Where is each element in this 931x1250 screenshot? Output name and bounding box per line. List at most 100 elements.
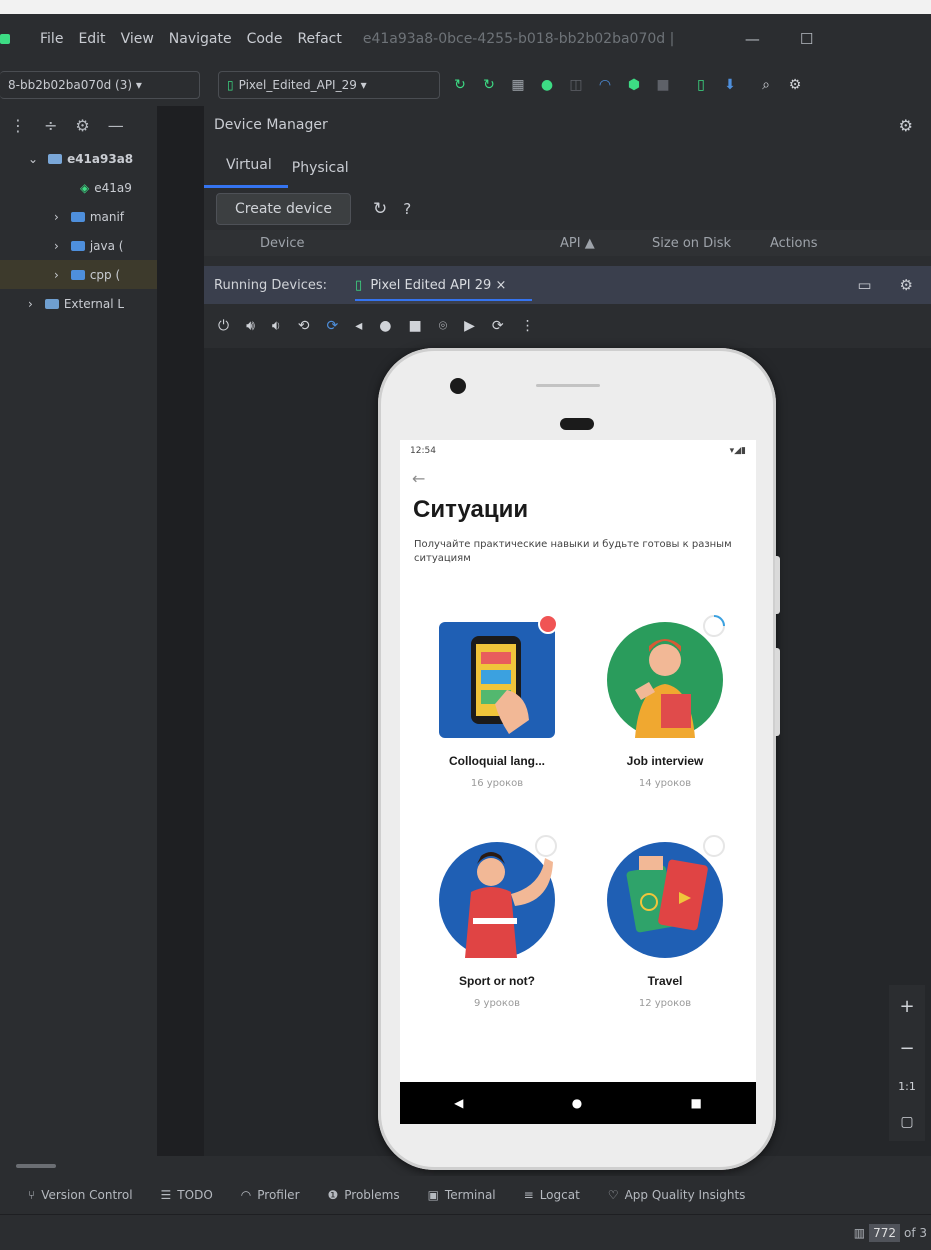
tree-item-manifests[interactable]: › manif [0,202,157,231]
tree-item-file[interactable]: ◈ e41a9 [0,173,157,202]
profiler-icon[interactable]: ◠ [596,76,614,94]
tool-app-quality-insights[interactable]: ♡ App Quality Insights [608,1188,746,1202]
attach-debugger-icon[interactable]: ⬢ [625,76,643,94]
gear-icon[interactable]: ⚙ [900,276,913,294]
situation-card[interactable]: Job interview 14 уроков [585,615,745,789]
tool-label: TODO [177,1188,213,1202]
collapse-all-icon[interactable]: ÷ [44,116,57,135]
android-file-icon: ◈ [80,180,90,195]
chevron-right-icon: › [54,267,59,282]
drag-handle-icon[interactable]: ⋮ [10,116,26,135]
situation-card[interactable]: Colloquial lang... 16 уроков [417,614,577,789]
window-icon[interactable]: ▭ [857,276,871,294]
status-time: 12:54 [410,446,436,456]
volume-side-button[interactable] [775,648,780,736]
nav-back-icon[interactable]: ◀ [454,1096,463,1110]
tool-version-control[interactable]: ⑂ Version Control [28,1188,133,1202]
tool-label: App Quality Insights [624,1188,746,1202]
menu-view[interactable]: View [121,31,154,47]
running-devices-bar: Running Devices: ▯ Pixel Edited API 29 ×… [204,266,931,304]
column-actions: Actions [770,235,818,251]
volume-up-icon[interactable]: 🔊︎ [246,318,255,334]
travel-image [607,842,723,958]
tool-profiler[interactable]: ◠ Profiler [241,1188,300,1202]
apply-changes-icon[interactable]: ↻ [451,76,469,94]
help-icon[interactable]: ? [403,200,411,218]
tool-problems[interactable]: ❶ Problems [328,1188,400,1202]
zoom-actual-size-button[interactable]: 1:1 [898,1080,916,1093]
tree-item-root[interactable]: ⌄ e41a93a8 [0,144,157,173]
apply-code-changes-icon[interactable]: ↻ [480,76,498,94]
power-icon[interactable]: ⏻ [218,318,229,334]
situation-card-count: 9 уроков [474,998,520,1009]
home-icon[interactable]: ● [379,318,391,334]
situation-card[interactable]: Sport or not? 9 уроков [417,835,577,1009]
module-selector[interactable]: 8-bb2b02ba070d (3) ▾ [0,71,200,99]
stop-run-icon[interactable]: ◫ [567,76,585,94]
menu-navigate[interactable]: Navigate [169,31,232,47]
zoom-in-button[interactable]: + [899,996,914,1017]
menu-code[interactable]: Code [247,31,283,47]
sdk-manager-icon[interactable]: ⬇ [721,76,739,94]
emulator-controls: ⏻ 🔊︎ 🔉︎ ⟲ ⟳ ◂ ● ■ ⌾ ▶ ⟳ ⋮ [204,304,931,348]
rotate-left-icon[interactable]: ⟲ [298,318,310,334]
tree-item-label: e41a93a8 [67,151,134,166]
horizontal-scrollbar[interactable] [16,1164,56,1168]
tree-item-label: External L [63,296,125,311]
tree-item-cpp[interactable]: › cpp ( [0,260,157,289]
zoom-fit-icon[interactable]: ▢ [900,1114,913,1130]
coverage-icon[interactable]: ▦ [509,76,527,94]
tab-physical[interactable]: Physical [288,160,365,188]
overview-icon[interactable]: ■ [408,318,421,334]
module-icon [48,153,63,164]
phone-icon: ▯ [227,78,234,92]
rotate-right-icon[interactable]: ⟳ [326,318,338,334]
more-options-icon[interactable]: ⋮ [521,318,535,334]
tool-logcat[interactable]: ≡ Logcat [524,1188,580,1202]
menu-edit[interactable]: Edit [78,31,105,47]
column-size-on-disk[interactable]: Size on Disk [652,236,770,251]
situation-card-title: Travel [647,974,683,988]
running-device-tab[interactable]: ▯ Pixel Edited API 29 × [355,270,533,301]
earpiece [560,418,594,430]
snapshot-icon[interactable]: ⟳ [492,318,504,334]
situation-card-count: 14 уроков [638,778,692,789]
menu-file[interactable]: File [40,31,63,47]
page-subtitle: Получайте практические навыки и будьте г… [414,539,732,564]
gear-icon[interactable]: ⚙ [899,116,913,135]
power-side-button[interactable] [775,556,780,614]
panel-settings-icon[interactable]: ⚙ [75,116,89,135]
back-arrow-icon[interactable]: ← [400,462,756,494]
tab-virtual[interactable]: Virtual [204,157,288,188]
situation-card[interactable]: Travel 12 уроков [585,835,745,1009]
back-icon[interactable]: ◂ [355,318,362,334]
stop-icon[interactable]: ■ [654,76,672,94]
tool-todo[interactable]: ☰ TODO [161,1188,213,1202]
tree-item-external-libraries[interactable]: › External L [0,289,157,318]
maximize-button[interactable]: ☐ [800,30,813,48]
hide-panel-icon[interactable]: — [108,116,124,135]
column-device[interactable]: Device [260,236,560,251]
debug-icon[interactable]: ● [538,76,556,94]
refresh-icon[interactable]: ↻ [373,199,387,219]
tool-terminal[interactable]: ▣ Terminal [428,1188,496,1202]
nav-recents-icon[interactable]: ■ [691,1096,702,1110]
device-selector[interactable]: ▯ Pixel_Edited_API_29 ▾ [218,71,440,99]
minimize-button[interactable]: — [745,30,760,48]
create-device-button[interactable]: Create device [216,193,351,225]
editor-gutter [157,106,204,1156]
zoom-out-button[interactable]: − [899,1038,914,1059]
nav-home-icon[interactable]: ● [572,1096,582,1110]
memory-icon: ▥ [853,1225,866,1240]
menu-refactor[interactable]: Refact [297,31,341,47]
settings-icon[interactable]: ⚙ [786,76,804,94]
device-manager-icon[interactable]: ▯ [692,76,710,94]
gauge-icon: ◠ [240,1188,252,1202]
tree-item-java[interactable]: › java ( [0,231,157,260]
volume-down-icon[interactable]: 🔉︎ [272,318,281,334]
screenshot-icon[interactable]: ⌾ [439,318,447,334]
screen-record-icon[interactable]: ▶ [464,318,475,334]
page-indicator[interactable]: 772 [869,1223,900,1242]
column-api[interactable]: API ▲ [560,236,652,251]
search-icon[interactable]: ⌕ [757,76,775,94]
